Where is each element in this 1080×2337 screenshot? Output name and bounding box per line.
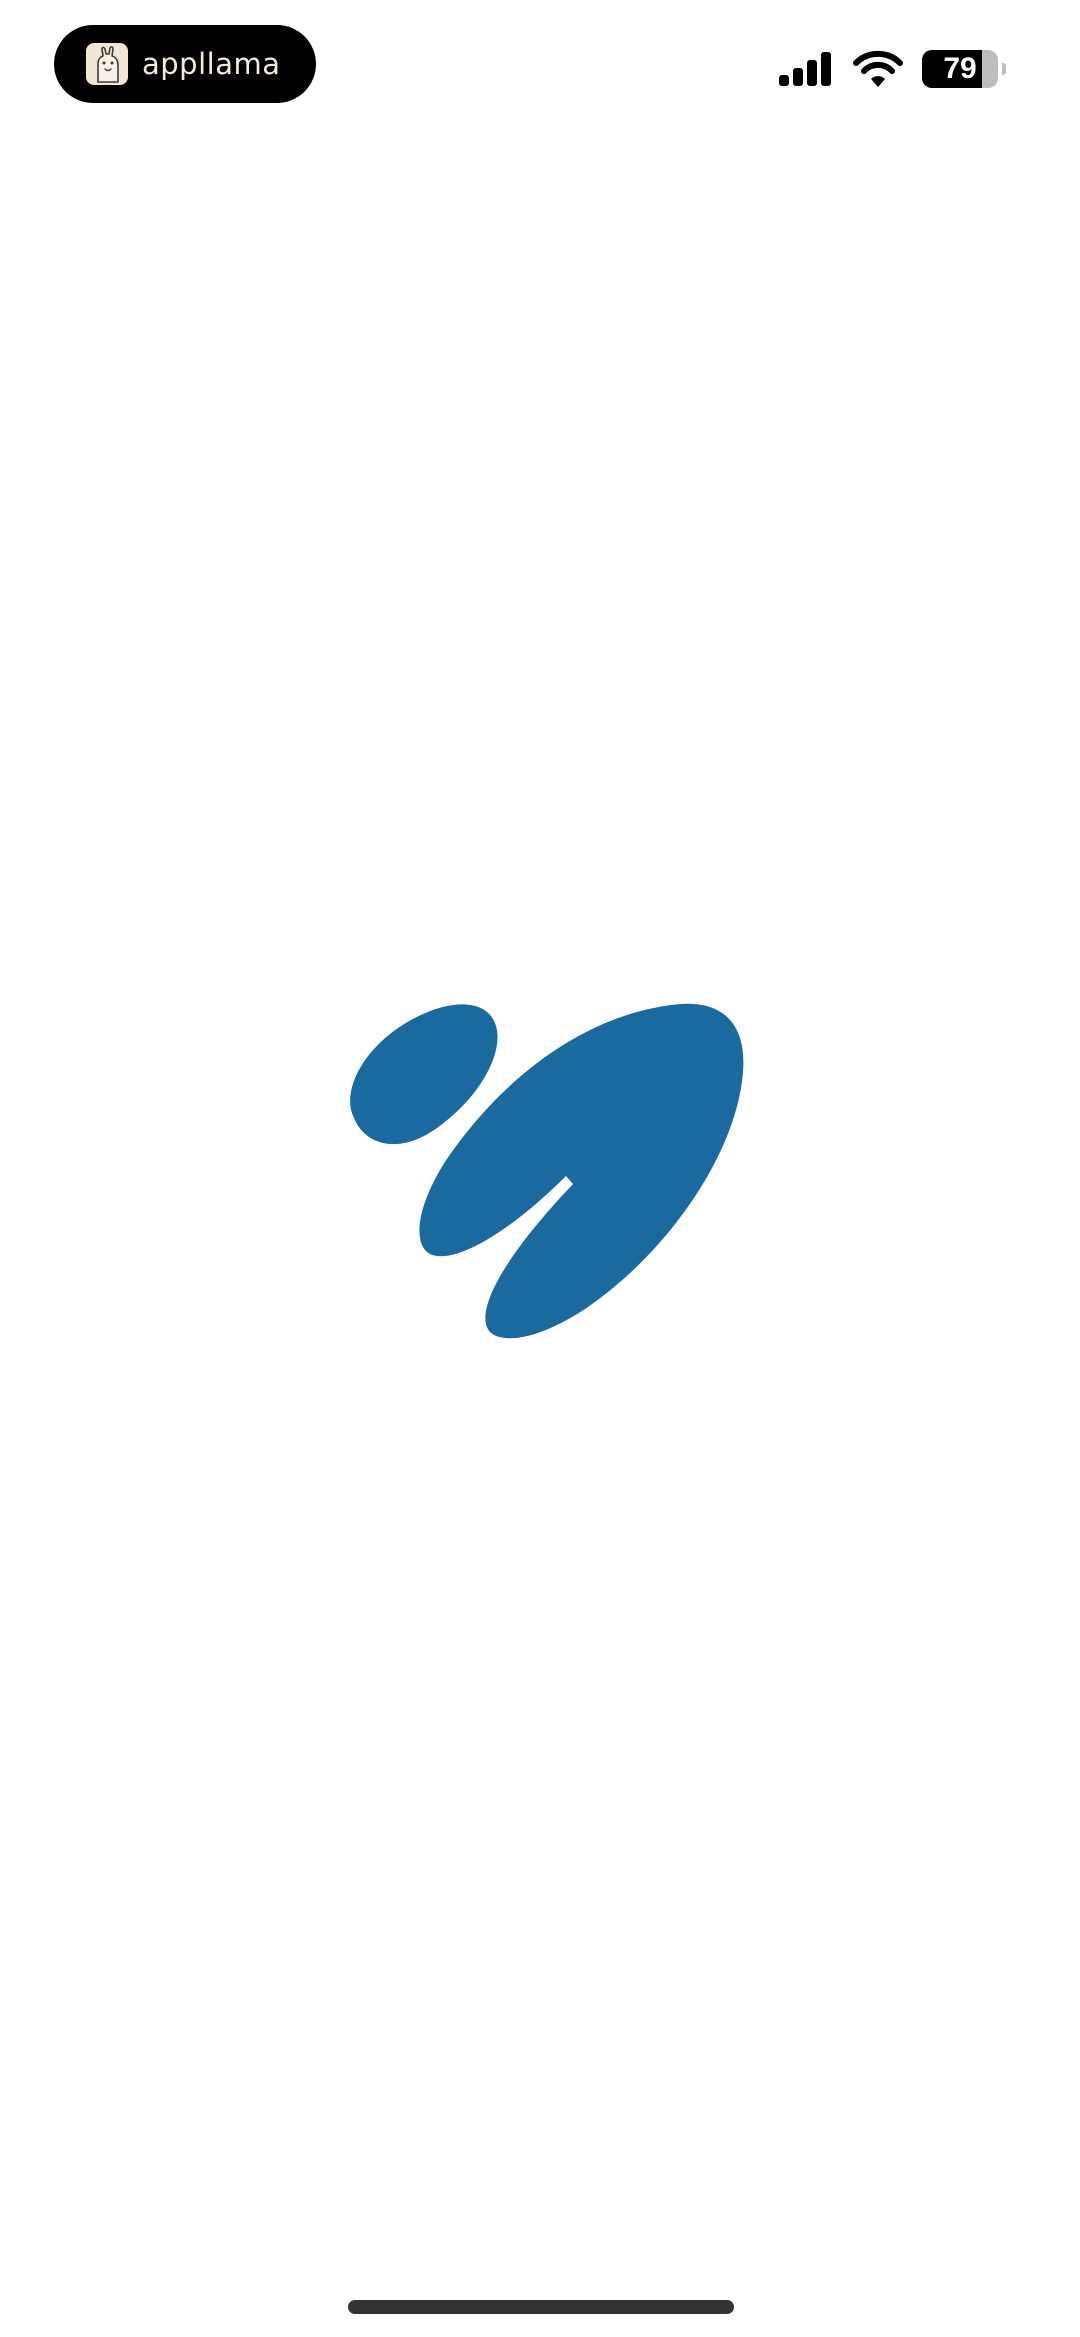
status-bar: appllama 79	[0, 0, 1080, 130]
battery-cap	[1002, 63, 1006, 75]
battery-icon: 79	[922, 50, 998, 88]
signal-icon	[778, 51, 834, 87]
app-pill-label: appllama	[142, 47, 281, 81]
blue-abstract-logo-icon	[339, 1000, 749, 1340]
battery-level: 79	[943, 52, 977, 85]
home-indicator[interactable]	[348, 2300, 734, 2314]
wifi-icon	[852, 50, 904, 88]
app-pill[interactable]: appllama	[54, 25, 316, 103]
splash-screen: appllama 79	[0, 0, 1080, 2337]
llama-icon	[86, 43, 128, 85]
status-icons: 79	[778, 46, 1006, 92]
